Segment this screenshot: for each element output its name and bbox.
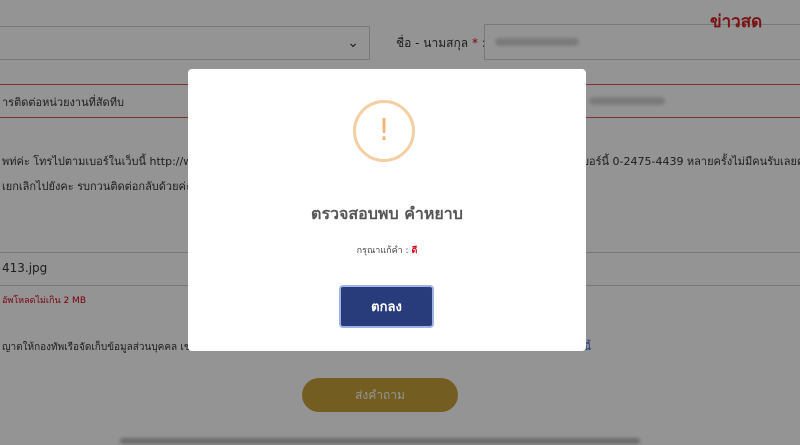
exclamation-icon: ! <box>353 100 415 162</box>
flagged-word: ดี <box>411 246 418 256</box>
profanity-alert-dialog: ! ตรวจสอบพบ คำหยาบ กรุณาแก้คำ : ดี ตกลง <box>188 69 586 351</box>
dialog-title: ตรวจสอบพบ คำหยาบ <box>311 204 463 223</box>
dialog-message: กรุณาแก้คำ : ดี <box>356 246 418 256</box>
ok-button[interactable]: ตกลง <box>339 285 434 328</box>
